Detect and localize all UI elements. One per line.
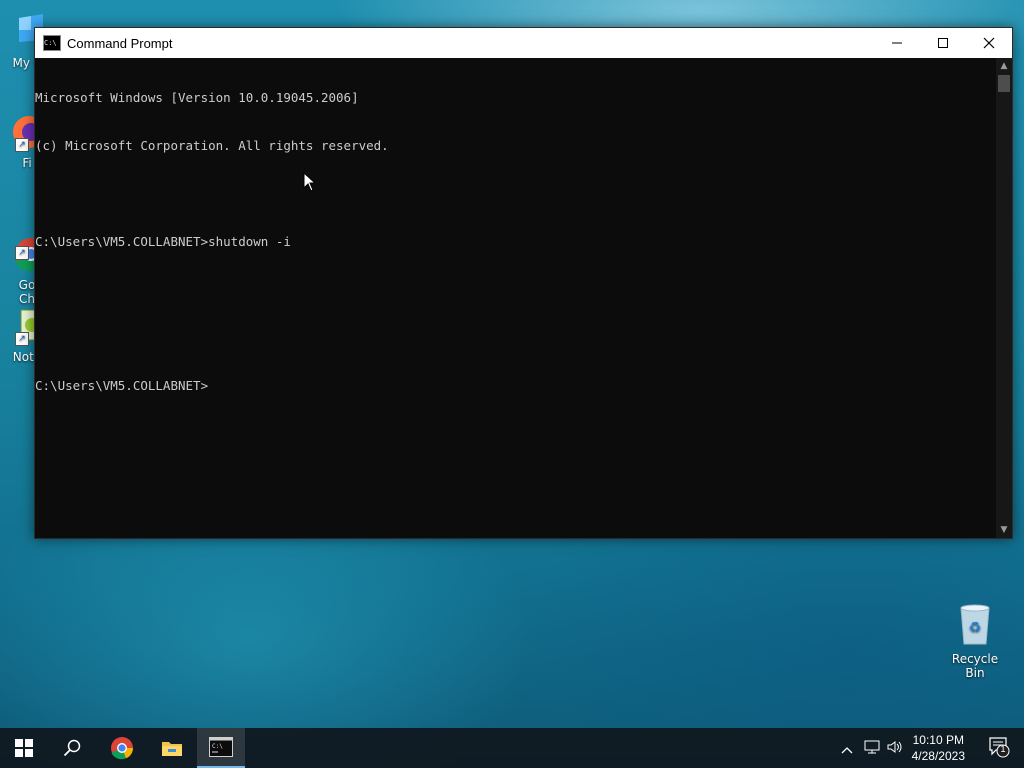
- taskbar-command-prompt-button[interactable]: C:\: [197, 728, 245, 768]
- console-line: Microsoft Windows [Version 10.0.19045.20…: [35, 90, 359, 105]
- shortcut-arrow-icon: ↗: [15, 246, 29, 260]
- taskbar: C:\ 10:10 PM 4/28/2023 1: [0, 728, 1024, 768]
- window-title: Command Prompt: [67, 35, 173, 51]
- file-explorer-icon: [162, 742, 182, 756]
- start-button[interactable]: [0, 728, 48, 768]
- command-prompt-window[interactable]: C:\ Command Prompt Microsoft Windows [Ve…: [34, 27, 1013, 539]
- command-prompt-icon: C:\: [43, 35, 61, 51]
- action-center-button[interactable]: 1: [988, 736, 1010, 762]
- taskbar-clock[interactable]: 10:10 PM 4/28/2023: [912, 732, 965, 764]
- close-button[interactable]: [966, 28, 1012, 58]
- command-prompt-icon: C:\: [209, 737, 233, 757]
- console-prompt-line: C:\Users\VM5.COLLABNET>: [35, 378, 209, 393]
- desktop-icon-label: Go Ch: [18, 278, 36, 306]
- scroll-thumb[interactable]: [998, 75, 1010, 92]
- taskbar-file-explorer-button[interactable]: [148, 728, 196, 768]
- volume-icon: [887, 740, 902, 753]
- start-icon: [15, 739, 33, 757]
- maximize-icon: [938, 38, 948, 48]
- svg-text:♻: ♻: [969, 620, 982, 636]
- console-line: C:\Users\VM5.COLLABNET>shutdown -i: [35, 234, 291, 249]
- desktop-icon-recycle-bin[interactable]: ♻ Recycle Bin: [942, 600, 1008, 680]
- window-controls: [874, 28, 1012, 58]
- search-icon: [63, 739, 81, 757]
- scroll-up-icon[interactable]: ▲: [996, 58, 1012, 74]
- chrome-icon: [111, 737, 134, 760]
- recycle-bin-icon: ♻: [953, 600, 997, 646]
- recycle-bin-label: Recycle Bin: [951, 652, 999, 680]
- shortcut-arrow-icon: ↗: [15, 332, 29, 346]
- console-output[interactable]: Microsoft Windows [Version 10.0.19045.20…: [35, 58, 996, 538]
- clock-date: 4/28/2023: [911, 749, 965, 763]
- maximize-button[interactable]: [920, 28, 966, 58]
- taskbar-chrome-button[interactable]: [98, 728, 146, 768]
- desktop-icon-label: Fi: [22, 156, 32, 170]
- minimize-icon: [892, 42, 902, 44]
- clock-time: 10:10 PM: [912, 733, 964, 747]
- volume-button[interactable]: [884, 739, 906, 758]
- minimize-button[interactable]: [874, 28, 920, 58]
- close-icon: [983, 37, 995, 49]
- console-line: (c) Microsoft Corporation. All rights re…: [35, 138, 389, 153]
- scroll-down-icon[interactable]: ▼: [996, 522, 1012, 538]
- search-button[interactable]: [48, 728, 96, 768]
- show-hidden-icons-button[interactable]: [838, 739, 856, 758]
- title-bar[interactable]: C:\ Command Prompt: [35, 28, 1012, 58]
- network-button[interactable]: [860, 739, 884, 758]
- vertical-scrollbar[interactable]: ▲ ▼: [996, 58, 1012, 538]
- shortcut-arrow-icon: ↗: [15, 138, 29, 152]
- network-icon: [864, 740, 880, 753]
- svg-text:C:\: C:\: [212, 743, 223, 750]
- chevron-up-icon: [841, 746, 853, 753]
- notification-count-badge: 1: [1000, 744, 1006, 754]
